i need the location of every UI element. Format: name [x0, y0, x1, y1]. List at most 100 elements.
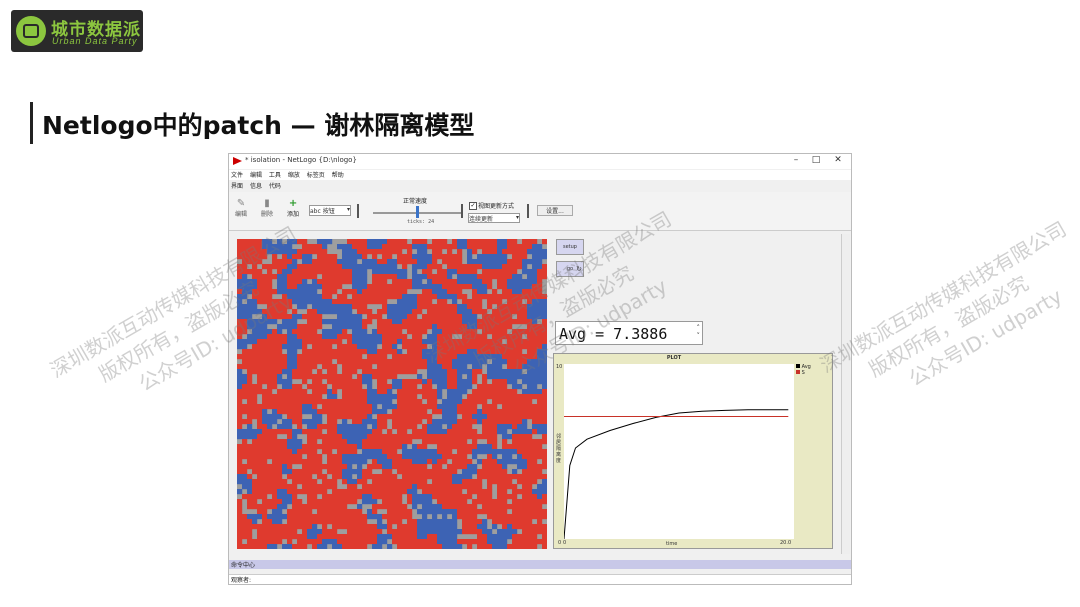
delete-button[interactable]: ▮ 删除 — [261, 198, 273, 218]
menu-tools[interactable]: 工具 — [269, 172, 281, 179]
menu-tabs[interactable]: 标签页 — [307, 172, 325, 179]
patch — [372, 529, 378, 535]
patch — [372, 409, 378, 415]
patch — [287, 334, 293, 340]
patch — [492, 534, 498, 540]
patch — [302, 329, 308, 335]
view-update-checkbox[interactable]: ✓ — [469, 202, 477, 210]
patch — [502, 424, 508, 430]
patch — [277, 429, 283, 435]
patch — [382, 494, 388, 500]
patch — [452, 239, 458, 245]
patch — [387, 269, 393, 275]
patch — [407, 399, 413, 405]
patch — [417, 324, 423, 330]
patch — [452, 464, 458, 470]
patch — [402, 274, 408, 280]
patch — [492, 504, 498, 510]
patch — [412, 504, 418, 510]
edit-button[interactable]: ✎ 编辑 — [235, 198, 247, 218]
patch — [362, 289, 368, 295]
patch — [542, 394, 547, 400]
patch — [402, 279, 408, 285]
patch — [272, 384, 278, 390]
patch — [447, 484, 453, 490]
patch — [502, 504, 508, 510]
speed-slider-thumb[interactable] — [416, 206, 419, 218]
add-button[interactable]: + 添加 — [287, 198, 299, 218]
patch — [242, 514, 248, 520]
tab-info[interactable]: 信息 — [250, 183, 262, 190]
patch — [387, 324, 393, 330]
update-mode-select[interactable]: 连续更新 ▾ — [468, 213, 520, 223]
patch — [327, 359, 333, 365]
tab-code[interactable]: 代码 — [269, 183, 281, 190]
patch — [307, 474, 313, 480]
patch — [332, 504, 338, 510]
settings-button[interactable]: 设置... — [537, 205, 573, 216]
patch — [282, 464, 288, 470]
patch — [422, 499, 428, 505]
patch — [257, 524, 263, 530]
menu-edit[interactable]: 编辑 — [250, 172, 262, 179]
patch — [287, 399, 293, 405]
patch — [392, 349, 398, 355]
patch — [442, 544, 448, 549]
patch — [362, 324, 368, 330]
patch — [347, 514, 353, 520]
menu-file[interactable]: 文件 — [231, 172, 243, 179]
patch — [282, 479, 288, 485]
patch — [472, 469, 478, 475]
patch — [382, 389, 388, 395]
menu-help[interactable]: 帮助 — [332, 172, 344, 179]
menu-zoom[interactable]: 缩放 — [288, 172, 300, 179]
close-button[interactable]: ✕ — [831, 155, 845, 165]
patch — [512, 244, 518, 250]
patch — [342, 509, 348, 515]
patch — [397, 544, 403, 549]
minimize-button[interactable]: – — [789, 155, 803, 165]
patch — [417, 359, 423, 365]
patch — [397, 354, 403, 360]
widget-type-select[interactable]: abc 按钮 ▾ — [309, 205, 351, 216]
patch — [377, 489, 383, 495]
patch — [352, 409, 358, 415]
patch — [492, 414, 498, 420]
patch — [342, 389, 348, 395]
patch — [452, 304, 458, 310]
command-center-bar[interactable]: 命令中心 — [229, 560, 851, 569]
patch — [377, 339, 383, 345]
patch — [247, 349, 253, 355]
patch — [242, 354, 248, 360]
patch — [482, 469, 488, 475]
patch — [357, 264, 363, 270]
observer-input-bar[interactable]: 观察者: — [229, 574, 851, 584]
patch — [472, 244, 478, 250]
patch — [282, 504, 288, 510]
patch — [522, 414, 528, 420]
patch — [457, 254, 463, 260]
patch — [252, 464, 258, 470]
patch — [362, 444, 368, 450]
patch — [347, 389, 353, 395]
patch — [317, 409, 323, 415]
maximize-button[interactable]: □ — [809, 155, 823, 165]
patch — [387, 344, 393, 350]
tab-interface[interactable]: 界面 — [231, 183, 243, 190]
patch — [347, 394, 353, 400]
patch — [517, 249, 523, 255]
patch — [307, 534, 313, 540]
toolbar: ✎ 编辑 ▮ 删除 + 添加 abc 按钮 ▾ 正常速度 ticks: 24 ✓… — [229, 192, 851, 231]
patch — [372, 499, 378, 505]
patch — [332, 489, 338, 495]
patch — [392, 334, 398, 340]
patch — [532, 474, 538, 480]
patch — [512, 524, 518, 530]
patch — [337, 524, 343, 530]
patch — [472, 284, 478, 290]
patch — [277, 414, 283, 420]
patch — [532, 429, 538, 435]
patch — [337, 489, 343, 495]
patch — [452, 269, 458, 275]
patch — [467, 459, 473, 465]
